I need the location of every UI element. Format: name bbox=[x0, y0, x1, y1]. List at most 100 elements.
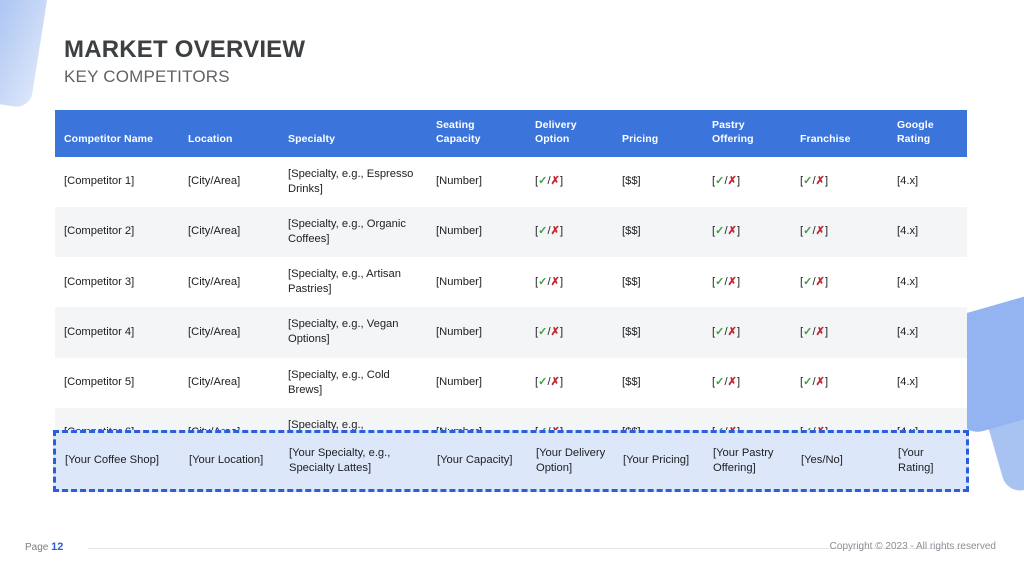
cell-pricing: [$$] bbox=[613, 307, 703, 358]
cell-seating-capacity: [Number] bbox=[427, 307, 526, 358]
cross-icon: ✗ bbox=[815, 275, 825, 288]
cross-icon: ✗ bbox=[727, 175, 737, 188]
cross-icon: ✗ bbox=[727, 225, 737, 238]
cell-competitor-name: [Competitor 3] bbox=[55, 257, 179, 308]
cross-icon: ✗ bbox=[727, 325, 737, 338]
cell-location: [City/Area] bbox=[179, 257, 279, 308]
your-shop-table: [Your Coffee Shop] [Your Location] [Your… bbox=[56, 433, 968, 489]
cell-competitor-name: [Competitor 1] bbox=[55, 156, 179, 207]
cell-location: [City/Area] bbox=[179, 307, 279, 358]
cross-icon: ✗ bbox=[815, 376, 825, 389]
table-body: [Competitor 1] [City/Area] [Specialty, e.g… bbox=[55, 156, 967, 459]
decor-shape-top-left bbox=[0, 0, 54, 110]
bracket-close: ] bbox=[824, 175, 829, 188]
cell-pastry-offering: [✓/✗] bbox=[703, 156, 791, 207]
cell-pricing: [$$] bbox=[613, 257, 703, 308]
cell-your-location: [Your Location] bbox=[189, 454, 264, 467]
table-header-row: Competitor Name Location Specialty Seati… bbox=[55, 110, 967, 157]
bracket-close: ] bbox=[824, 325, 829, 338]
column-header-franchise[interactable]: Franchise bbox=[791, 110, 888, 157]
column-header-delivery-option[interactable]: Delivery Option bbox=[526, 110, 613, 157]
cell-pastry-offering: [✓/✗] bbox=[703, 257, 791, 308]
cell-franchise: [✓/✗] bbox=[791, 257, 888, 308]
column-header-competitor-name[interactable]: Competitor Name bbox=[55, 110, 179, 157]
bracket-close: ] bbox=[736, 175, 741, 188]
page-indicator: Page 12 bbox=[25, 541, 63, 553]
cell-delivery-option: [✓/✗] bbox=[526, 257, 613, 308]
bracket-close: ] bbox=[736, 275, 741, 288]
cell-franchise: [✓/✗] bbox=[791, 307, 888, 358]
bracket-close: ] bbox=[559, 175, 564, 188]
table-row[interactable]: [Competitor 3] [City/Area] [Specialty, e.g… bbox=[55, 257, 967, 308]
cell-your-name: [Your Coffee Shop] bbox=[65, 454, 159, 467]
cross-icon: ✗ bbox=[550, 175, 560, 188]
cell-location: [City/Area] bbox=[179, 357, 279, 408]
bracket-close: ] bbox=[736, 225, 741, 238]
competitor-table: Competitor Name Location Specialty Seati… bbox=[55, 110, 967, 459]
page-word: Page bbox=[25, 542, 49, 553]
cell-your-rating: [Your Rating] bbox=[898, 446, 934, 474]
cell-your-delivery: [Your Delivery Option] bbox=[536, 446, 606, 474]
bracket-close: ] bbox=[559, 225, 564, 238]
cell-location: [City/Area] bbox=[179, 156, 279, 207]
bracket-close: ] bbox=[824, 376, 829, 389]
cell-specialty: [Specialty, e.g., Artisan Pastries] bbox=[279, 257, 427, 308]
table-row[interactable]: [Competitor 5] [City/Area] [Specialty, e.g… bbox=[55, 357, 967, 408]
cell-google-rating: [4.x] bbox=[888, 206, 967, 258]
slide-heading: MARKET OVERVIEW KEY COMPETITORS bbox=[64, 36, 306, 88]
cell-franchise: [✓/✗] bbox=[791, 206, 888, 258]
column-header-specialty[interactable]: Specialty bbox=[279, 110, 427, 157]
cell-seating-capacity: [Number] bbox=[427, 357, 526, 408]
bracket-close: ] bbox=[824, 225, 829, 238]
cell-specialty: [Specialty, e.g., Organic Coffees] bbox=[279, 206, 427, 258]
cell-competitor-name: [Competitor 4] bbox=[55, 307, 179, 358]
table-row[interactable]: [Competitor 4] [City/Area] [Specialty, e.g… bbox=[55, 307, 967, 358]
table-row[interactable]: [Competitor 2] [City/Area] [Specialty, e.g… bbox=[55, 206, 967, 258]
cell-pricing: [$$] bbox=[613, 206, 703, 258]
cell-pastry-offering: [✓/✗] bbox=[703, 357, 791, 408]
cell-delivery-option: [✓/✗] bbox=[526, 357, 613, 408]
column-header-seating-capacity[interactable]: Seating Capacity bbox=[427, 110, 526, 157]
cell-franchise: [✓/✗] bbox=[791, 156, 888, 207]
cell-seating-capacity: [Number] bbox=[427, 156, 526, 207]
table-row[interactable]: [Competitor 1] [City/Area] [Specialty, e.g… bbox=[55, 156, 967, 207]
cell-seating-capacity: [Number] bbox=[427, 257, 526, 308]
cell-location: [City/Area] bbox=[179, 206, 279, 258]
page-title: MARKET OVERVIEW bbox=[64, 36, 306, 63]
cell-specialty: [Specialty, e.g., Espresso Drinks] bbox=[279, 156, 427, 207]
cell-google-rating: [4.x] bbox=[888, 257, 967, 308]
cell-your-pastry: [Your Pastry Offering] bbox=[713, 446, 774, 474]
column-header-location[interactable]: Location bbox=[179, 110, 279, 157]
copyright-text: Copyright © 2023 - All rights reserved bbox=[829, 541, 996, 552]
cross-icon: ✗ bbox=[815, 175, 825, 188]
cell-specialty: [Specialty, e.g., Vegan Options] bbox=[279, 307, 427, 358]
column-header-google-rating[interactable]: Google Rating bbox=[888, 110, 967, 157]
cell-your-specialty: [Your Specialty, e.g., Specialty Lattes] bbox=[289, 446, 391, 474]
cell-pastry-offering: [✓/✗] bbox=[703, 307, 791, 358]
cell-google-rating: [4.x] bbox=[888, 307, 967, 358]
cell-franchise: [✓/✗] bbox=[791, 357, 888, 408]
your-shop-highlight-row[interactable]: [Your Coffee Shop] [Your Location] [Your… bbox=[53, 430, 969, 492]
bracket-close: ] bbox=[559, 325, 564, 338]
cell-pastry-offering: [✓/✗] bbox=[703, 206, 791, 258]
competitor-table-container: Competitor Name Location Specialty Seati… bbox=[55, 110, 967, 459]
cross-icon: ✗ bbox=[550, 325, 560, 338]
table-header: Competitor Name Location Specialty Seati… bbox=[55, 110, 967, 157]
cell-delivery-option: [✓/✗] bbox=[526, 307, 613, 358]
column-header-pricing[interactable]: Pricing bbox=[613, 110, 703, 157]
cell-your-seating: [Your Capacity] bbox=[437, 454, 513, 467]
cross-icon: ✗ bbox=[815, 325, 825, 338]
bracket-close: ] bbox=[824, 275, 829, 288]
cell-seating-capacity: [Number] bbox=[427, 206, 526, 258]
cell-google-rating: [4.x] bbox=[888, 357, 967, 408]
table-row[interactable]: [Your Coffee Shop] [Your Location] [Your… bbox=[56, 433, 968, 489]
page-number: 12 bbox=[51, 541, 64, 553]
cell-competitor-name: [Competitor 5] bbox=[55, 357, 179, 408]
decor-shape-bottom-right-small bbox=[983, 387, 1024, 495]
cross-icon: ✗ bbox=[550, 376, 560, 389]
page-subtitle: KEY COMPETITORS bbox=[64, 67, 230, 87]
cross-icon: ✗ bbox=[727, 275, 737, 288]
column-header-pastry-offering[interactable]: Pastry Offering bbox=[703, 110, 791, 157]
cell-your-pricing: [Your Pricing] bbox=[623, 454, 690, 467]
cross-icon: ✗ bbox=[727, 376, 737, 389]
